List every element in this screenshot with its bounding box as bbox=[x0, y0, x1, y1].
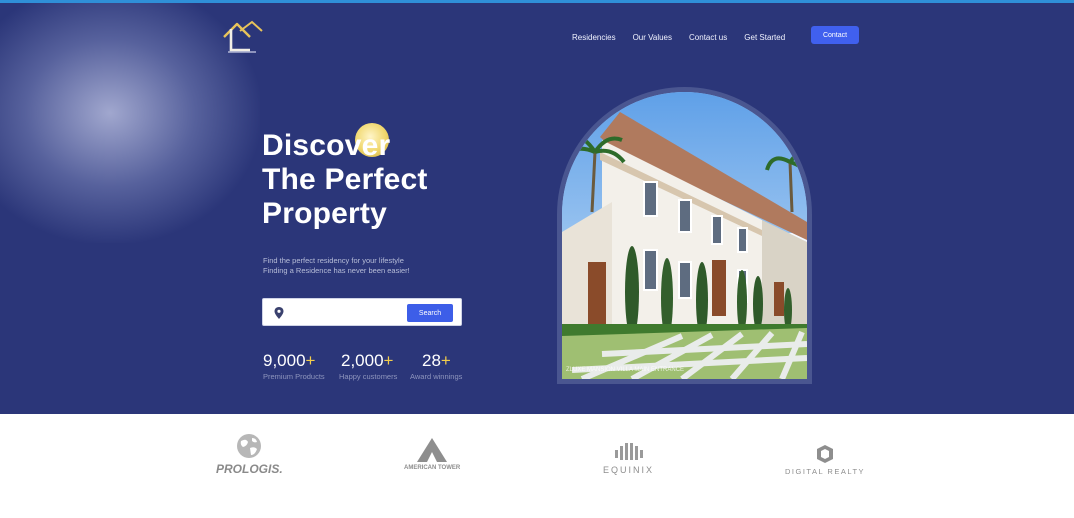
cube-icon bbox=[817, 445, 834, 463]
brand-name: DIGITAL REALTY bbox=[785, 467, 866, 476]
nav-get-started[interactable]: Get Started bbox=[744, 33, 785, 42]
nav-residencies[interactable]: Residencies bbox=[572, 33, 616, 42]
photo-caption: ZLUXE MANSION VILLA MAIN ENTRANCE bbox=[566, 367, 685, 373]
hero-headline: Discover The Perfect Property bbox=[262, 129, 428, 231]
brand-name: EQUINIX bbox=[603, 465, 655, 475]
search-bar: Search bbox=[262, 298, 462, 326]
nav-contact-us[interactable]: Contact us bbox=[689, 33, 727, 42]
brand-name: PROLOGIS. bbox=[216, 462, 283, 476]
subtitle-line-2: Finding a Residence has never been easie… bbox=[263, 266, 410, 275]
stat-label: Award winnings bbox=[410, 372, 463, 381]
mansion-illustration bbox=[562, 92, 807, 379]
brand-american-tower: AMERICAN TOWER bbox=[404, 432, 460, 471]
stat-premium-products: 9,000+ Premium Products bbox=[263, 351, 325, 381]
brand-digital-realty: DIGITAL REALTY bbox=[785, 432, 865, 476]
nav-our-values[interactable]: Our Values bbox=[633, 33, 672, 42]
location-pin-icon bbox=[274, 307, 284, 319]
property-photo: ZLUXE MANSION VILLA MAIN ENTRANCE bbox=[562, 92, 807, 379]
stat-value: 2,000+ bbox=[341, 351, 394, 370]
house-logo-icon[interactable] bbox=[218, 17, 264, 57]
main-nav: Residencies Our Values Contact us Get St… bbox=[560, 27, 802, 47]
location-search-input[interactable] bbox=[291, 304, 407, 322]
stat-label: Premium Products bbox=[263, 372, 325, 381]
headline-line-2: The Perfect bbox=[262, 163, 428, 196]
property-image-frame: ZLUXE MANSION VILLA MAIN ENTRANCE bbox=[557, 87, 812, 384]
stat-label: Happy customers bbox=[339, 372, 398, 381]
equinix-icon bbox=[614, 443, 643, 460]
hero-section: Residencies Our Values Contact us Get St… bbox=[0, 3, 1074, 414]
stat-award-winnings: 28+ Award winnings bbox=[410, 351, 462, 381]
headline-line-1: Discover bbox=[262, 129, 391, 162]
stat-value: 28+ bbox=[422, 351, 451, 370]
search-button[interactable]: Search bbox=[407, 304, 453, 322]
brand-prologis: PROLOGIS. bbox=[216, 432, 283, 476]
stat-happy-customers: 2,000+ Happy customers bbox=[339, 351, 397, 381]
partner-logos: PROLOGIS. AMERICAN TOWER EQUINIX DIGITAL… bbox=[0, 414, 1074, 518]
headline-line-3: Property bbox=[262, 197, 387, 230]
brand-equinix: EQUINIX bbox=[603, 432, 654, 475]
hero-subtitle: Find the perfect residency for your life… bbox=[263, 256, 410, 276]
subtitle-line-1: Find the perfect residency for your life… bbox=[263, 256, 404, 265]
contact-button[interactable]: Contact bbox=[811, 26, 859, 44]
tower-icon bbox=[417, 438, 448, 462]
stat-value: 9,000+ bbox=[263, 351, 316, 370]
brand-name: AMERICAN TOWER bbox=[404, 465, 461, 471]
globe-icon bbox=[237, 434, 262, 458]
